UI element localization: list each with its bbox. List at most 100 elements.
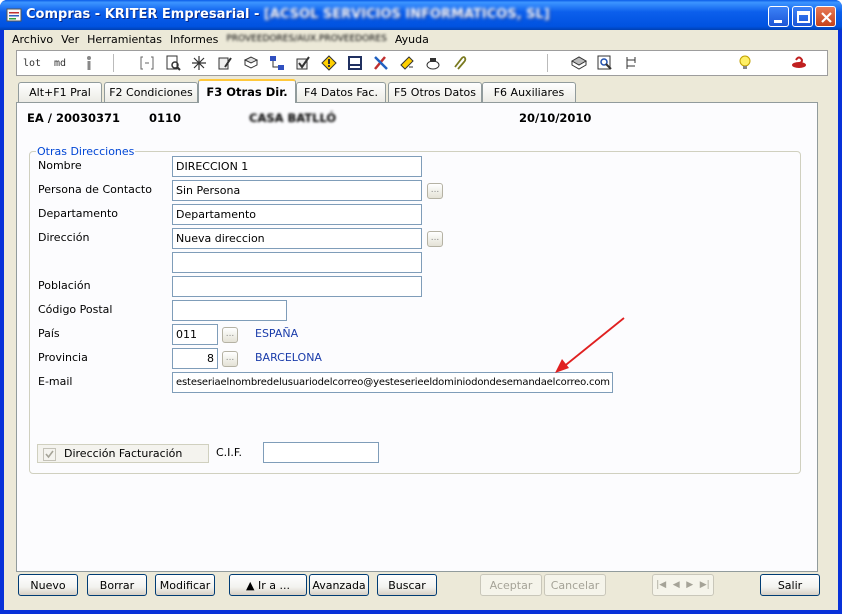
direccion-label: Dirección <box>38 231 90 244</box>
menu-ver[interactable]: Ver <box>57 33 83 46</box>
pais-label: País <box>38 327 60 340</box>
disk-icon[interactable] <box>569 53 589 73</box>
prev-record-icon[interactable]: ◀ <box>673 580 680 590</box>
salir-button[interactable]: Salir <box>760 574 820 596</box>
contacto-label: Persona de Contacto <box>38 183 152 196</box>
tab-auxiliares[interactable]: F6 Auxiliares <box>482 82 576 102</box>
tab-panel-otras-dir: EA / 20030371 0110 CASA BATLLÓ 20/10/201… <box>16 102 818 572</box>
title-bar[interactable]: Compras - KRITER Empresarial - [ACSOL SE… <box>0 0 842 30</box>
borrar-button[interactable]: Borrar <box>87 574 147 596</box>
minimize-button[interactable] <box>768 6 789 27</box>
tree-icon[interactable] <box>621 53 641 73</box>
first-record-icon[interactable]: |◀ <box>656 580 666 590</box>
facturacion-checkbox-wrapper[interactable]: Dirección Facturación <box>37 444 209 463</box>
tab-datos-fac[interactable]: F4 Datos Fac. <box>296 82 386 102</box>
direccion-line2-field[interactable] <box>172 252 422 273</box>
tab-otros-datos[interactable]: F5 Otros Datos <box>388 82 482 102</box>
maximize-button[interactable] <box>792 6 813 27</box>
direccion-lookup-button[interactable]: ... <box>427 231 443 247</box>
attach-icon[interactable] <box>449 53 469 73</box>
app-window: Compras - KRITER Empresarial - [ACSOL SE… <box>0 0 842 614</box>
pais-lookup-button[interactable]: ... <box>222 327 238 343</box>
tab-otras-dir[interactable]: F3 Otras Dir. <box>198 79 296 103</box>
tab-principal[interactable]: Alt+F1 Pral <box>18 82 102 102</box>
lightbulb-icon[interactable] <box>735 53 755 73</box>
nombre-label: Nombre <box>38 159 82 172</box>
menu-herramientas[interactable]: Herramientas <box>83 33 166 46</box>
menu-bar: Archivo Ver Herramientas Informes PROVEE… <box>4 30 838 48</box>
record-navigator: |◀ ◀ ▶ ▶| <box>652 574 714 596</box>
menu-archivo[interactable]: Archivo <box>8 33 57 46</box>
tools-icon[interactable] <box>371 53 391 73</box>
provincia-lookup-button[interactable]: ... <box>222 351 238 367</box>
poblacion-label: Población <box>38 279 91 292</box>
close-button[interactable] <box>815 6 836 27</box>
pais-code-field[interactable]: 011 <box>172 324 218 345</box>
help-icon[interactable] <box>789 53 809 73</box>
departamento-label: Departamento <box>38 207 119 220</box>
document-date: 20/10/2010 <box>519 111 592 125</box>
search-doc-icon[interactable] <box>595 53 615 73</box>
aceptar-button[interactable]: Aceptar <box>480 574 542 596</box>
app-icon <box>6 8 22 22</box>
window-title-company: [ACSOL SERVICIOS INFORMATICOS, SL] <box>263 7 550 22</box>
avanzada-button[interactable]: Avanzada <box>309 574 369 596</box>
provincia-label: Provincia <box>38 351 88 364</box>
edit-icon[interactable] <box>215 53 235 73</box>
email-label: E-mail <box>38 375 73 388</box>
otras-direcciones-group: Otras Direcciones Nombre DIRECCION 1 Per… <box>29 145 801 474</box>
window-title: Compras - KRITER Empresarial - [ACSOL SE… <box>26 7 550 22</box>
direccion-field[interactable]: Nueva direccion <box>172 228 422 249</box>
toolbar-separator <box>113 54 114 72</box>
client-area: Archivo Ver Herramientas Informes PROVEE… <box>4 30 838 610</box>
provincia-code-field[interactable]: 8 <box>172 348 218 369</box>
preview-icon[interactable] <box>163 53 183 73</box>
codigo-postal-field[interactable] <box>172 300 287 321</box>
annotation-arrow-icon <box>555 317 625 373</box>
provincia-name: BARCELONA <box>255 351 322 364</box>
pais-name: ESPAÑA <box>255 327 299 340</box>
grid-icon[interactable] <box>345 53 365 73</box>
book-icon[interactable] <box>241 53 261 73</box>
buscar-button[interactable]: Buscar <box>377 574 437 596</box>
tab-condiciones[interactable]: F2 Condiciones <box>104 82 198 102</box>
next-record-icon[interactable]: ▶ <box>686 580 693 590</box>
network-icon[interactable] <box>267 53 287 73</box>
facturacion-label: Dirección Facturación <box>64 447 183 460</box>
facturacion-checkbox[interactable] <box>43 448 56 461</box>
contacto-field[interactable]: Sin Persona <box>172 180 422 201</box>
lot-button[interactable]: lot <box>21 53 43 73</box>
menu-ayuda[interactable]: Ayuda <box>391 33 433 46</box>
toolbar-separator <box>547 54 548 72</box>
cif-field[interactable] <box>263 442 379 463</box>
nombre-field[interactable]: DIRECCION 1 <box>172 156 422 177</box>
info-icon[interactable] <box>79 53 99 73</box>
ir-a-button[interactable]: ▲ Ir a ... <box>229 574 307 596</box>
star-icon[interactable] <box>189 53 209 73</box>
warning-icon[interactable] <box>319 53 339 73</box>
minimize-icon <box>774 20 782 23</box>
maximize-icon <box>797 11 810 23</box>
bracket-icon[interactable] <box>137 53 157 73</box>
checkmark-icon <box>45 450 54 459</box>
last-record-icon[interactable]: ▶| <box>700 580 710 590</box>
departamento-field[interactable]: Departamento <box>172 204 422 225</box>
document-number: EA / 20030371 <box>27 111 120 125</box>
menu-informes[interactable]: Informes <box>166 33 222 46</box>
modificar-button[interactable]: Modificar <box>155 574 215 596</box>
group-title: Otras Direcciones <box>36 145 136 158</box>
nuevo-button[interactable]: Nuevo <box>18 574 78 596</box>
check-icon[interactable] <box>293 53 313 73</box>
toolbar: lot md <box>16 50 828 76</box>
cif-label: C.I.F. <box>216 446 242 459</box>
cancelar-button[interactable]: Cancelar <box>544 574 606 596</box>
contacto-lookup-button[interactable]: ... <box>427 183 443 199</box>
clip-icon[interactable] <box>423 53 443 73</box>
close-icon <box>821 12 832 23</box>
email-field[interactable]: esteseriaelnombredelusuariodelcorreo@yes… <box>172 372 613 393</box>
menu-proveedores[interactable]: PROVEEDORES/AUX.PROVEEDORES <box>222 34 390 44</box>
supplier-code: 0110 <box>149 111 182 125</box>
md-button[interactable]: md <box>49 53 71 73</box>
phone-icon[interactable] <box>397 53 417 73</box>
poblacion-field[interactable] <box>172 276 422 297</box>
